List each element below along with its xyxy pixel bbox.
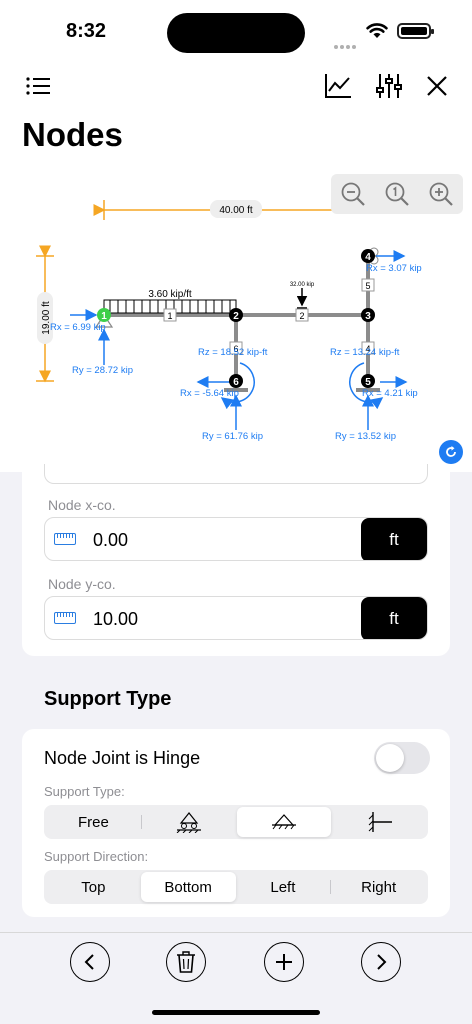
toggle-knob — [376, 744, 404, 772]
cellular-signal-icon — [334, 36, 358, 54]
support-direction-control: Top Bottom Left Right — [44, 870, 428, 904]
ruler-icon — [54, 533, 76, 545]
zoom-controls — [331, 174, 463, 214]
reaction-label: Rz = 13.24 kip-ft — [330, 347, 400, 358]
zoom-in-button[interactable] — [423, 176, 459, 212]
chevron-right-icon — [377, 954, 387, 970]
node-6[interactable]: 6 — [229, 374, 243, 388]
node-2[interactable]: 2 — [229, 308, 243, 322]
node-label: 4 — [365, 252, 371, 263]
node-label: 6 — [233, 377, 239, 388]
member-label: 1 — [167, 311, 172, 321]
support-type-label: Support Type: — [44, 784, 125, 799]
battery-icon — [397, 23, 434, 39]
ruler-icon — [54, 612, 76, 624]
reaction-label: Ry = 61.76 kip — [202, 431, 263, 442]
frame-diagram[interactable]: 40.00 ft 19.00 ft 3.60 kip/ft 32.00 kip … — [0, 170, 472, 470]
chart-icon — [325, 74, 351, 98]
node-4[interactable]: 4 — [361, 249, 375, 263]
node-1[interactable]: 1 — [97, 308, 111, 322]
reaction-label: Rx = 6.99 kip — [50, 322, 106, 333]
direction-top[interactable]: Top — [46, 872, 141, 902]
node-y-field[interactable]: 10.00 ft — [44, 596, 428, 640]
reaction-label: Rz = 18.52 kip-ft — [198, 347, 268, 358]
node-x-label: Node x-co. — [48, 497, 116, 513]
direction-left[interactable]: Left — [236, 872, 331, 902]
chart-button[interactable] — [322, 70, 354, 102]
node-x-unit-button[interactable]: ft — [361, 518, 427, 560]
member-label: 2 — [299, 311, 304, 321]
node-y-unit-button[interactable]: ft — [361, 597, 427, 639]
hinge-label: Node Joint is Hinge — [44, 748, 201, 768]
dynamic-island — [167, 13, 305, 53]
refresh-button[interactable] — [439, 440, 463, 464]
node-x-value[interactable]: 0.00 — [93, 530, 128, 551]
node-label: 3 — [365, 311, 371, 322]
chevron-left-icon — [84, 954, 94, 970]
roller-support-icon — [176, 812, 202, 833]
list-button[interactable] — [22, 70, 54, 102]
node-3[interactable]: 3 — [361, 308, 375, 322]
zoom-in-icon — [429, 182, 453, 206]
sliders-button[interactable] — [373, 70, 405, 102]
support-direction-label: Support Direction: — [44, 849, 149, 864]
page-title: Nodes — [22, 116, 123, 153]
zoom-reset-button[interactable] — [379, 176, 415, 212]
dimension-horizontal: 40.00 ft — [93, 200, 368, 220]
status-time: 8:32 — [66, 20, 107, 42]
reaction-label: Rx = -5.64 kip — [180, 388, 239, 399]
direction-right[interactable]: Right — [331, 872, 426, 902]
close-button[interactable] — [421, 70, 453, 102]
dimension-vertical: 19.00 ft — [36, 245, 54, 383]
point-load-label: 32.00 kip — [290, 282, 315, 288]
zoom-out-button[interactable] — [335, 176, 371, 212]
delete-node-button[interactable] — [166, 942, 206, 982]
member-label: 5 — [365, 281, 370, 291]
wifi-icon — [366, 23, 388, 38]
home-indicator — [152, 1010, 320, 1015]
list-icon — [26, 77, 50, 95]
node-y-value[interactable]: 10.00 — [93, 609, 138, 630]
reaction-label: Ry = 13.52 kip — [335, 431, 396, 442]
zoom-reset-icon — [385, 182, 409, 206]
hinge-toggle[interactable] — [374, 742, 430, 774]
support-type-control: Free — [44, 805, 428, 839]
dimension-horizontal-label: 40.00 ft — [219, 205, 253, 216]
previous-field[interactable] — [44, 464, 428, 484]
refresh-icon — [446, 446, 456, 457]
close-icon — [427, 76, 447, 96]
status-bar: 8:32 — [0, 0, 472, 62]
support-type-pin[interactable] — [236, 807, 332, 837]
node-label: 1 — [101, 311, 107, 322]
support-type-free[interactable]: Free — [46, 807, 141, 837]
support-type-fixed[interactable] — [331, 807, 426, 837]
node-5[interactable]: 5 — [361, 374, 375, 388]
node-label: 5 — [365, 377, 371, 388]
point-load: 32.00 kip — [290, 282, 315, 309]
plus-icon — [276, 954, 292, 970]
direction-bottom[interactable]: Bottom — [140, 872, 236, 902]
node-y-label: Node y-co. — [48, 576, 116, 592]
add-node-button[interactable] — [264, 942, 304, 982]
node-x-field[interactable]: 0.00 ft — [44, 517, 428, 561]
support-type-roller[interactable] — [142, 807, 237, 837]
reaction-label: Rx = 3.07 kip — [366, 263, 422, 274]
zoom-out-icon — [341, 182, 365, 206]
next-node-button[interactable] — [361, 942, 401, 982]
node-label: 2 — [233, 311, 239, 322]
fixed-support-icon — [368, 812, 392, 832]
previous-node-button[interactable] — [70, 942, 110, 982]
reaction-label: Ry = 28.72 kip — [72, 365, 133, 376]
support-section-title: Support Type — [44, 688, 172, 710]
pin-support-icon — [271, 814, 296, 830]
sliders-icon — [376, 74, 402, 98]
reaction-label: Rx = 4.21 kip — [362, 388, 418, 399]
distributed-load-label: 3.60 kip/ft — [148, 289, 192, 300]
trash-icon — [177, 951, 195, 973]
